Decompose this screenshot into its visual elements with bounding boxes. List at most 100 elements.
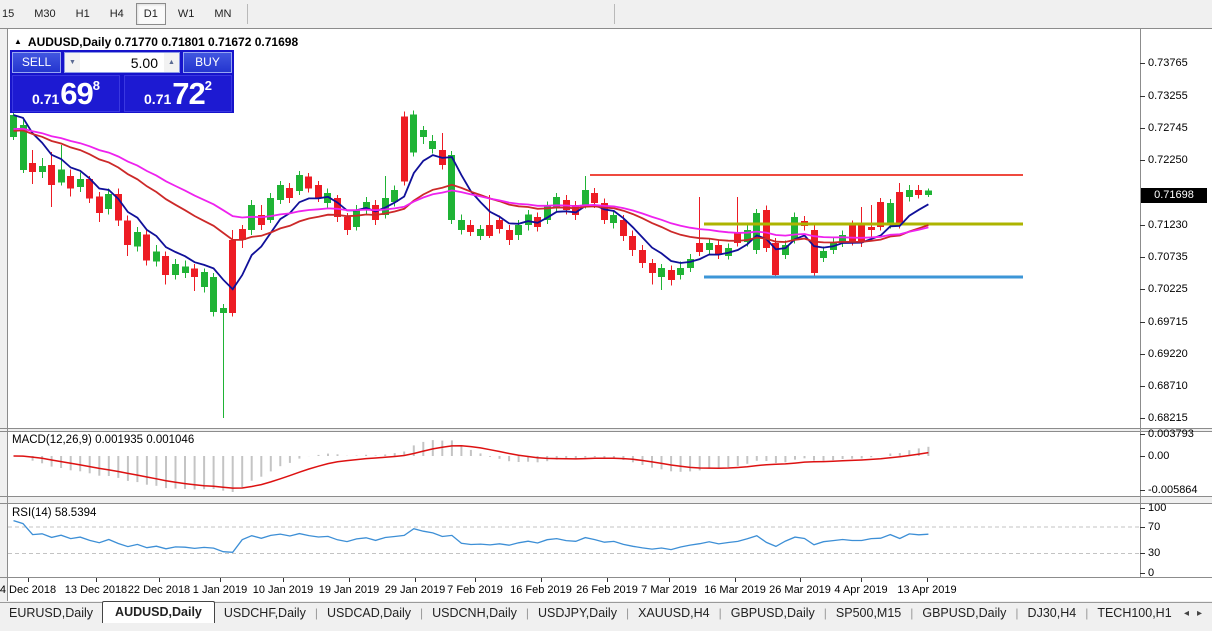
timeframe-button-m30[interactable]: M30 [26, 3, 63, 25]
toolbar-separator [614, 4, 616, 24]
price-axis-tick [1140, 63, 1145, 64]
tab-usdchf-daily[interactable]: USDCHF,Daily [215, 604, 315, 623]
rsi-axis-label: 0 [1148, 567, 1155, 579]
price-axis-label: 0.69715 [1148, 316, 1188, 328]
timeframe-button-d1[interactable]: D1 [135, 3, 166, 25]
rsi-axis-tick [1140, 573, 1145, 574]
price-axis-tick [1140, 128, 1145, 129]
rsi-axis-tick [1140, 508, 1145, 509]
tab-usdcad-daily[interactable]: USDCAD,Daily [318, 604, 420, 623]
timeframe-button-mn[interactable]: MN [206, 3, 239, 25]
timeframe-toolbar: 15 M30 H1 H4 D1 W1 MN [0, 0, 1212, 28]
date-axis-tick [800, 578, 801, 582]
date-axis-tick [415, 578, 416, 582]
date-axis-tick [861, 578, 862, 582]
main-macd-splitter[interactable] [0, 428, 1212, 429]
tab-usdcnh-daily[interactable]: USDCNH,Daily [423, 604, 526, 623]
macd-bottom-border[interactable] [0, 496, 1212, 497]
tab-dj30-h4[interactable]: DJ30,H4 [1019, 604, 1086, 623]
price-axis-tick [1140, 322, 1145, 323]
timeframe-button-w1[interactable]: W1 [170, 3, 203, 25]
collapse-triangle-icon[interactable]: ▲ [14, 37, 22, 46]
macd-axis-label: 0.003793 [1148, 428, 1194, 440]
rsi-bottom-border [0, 577, 1212, 578]
tab-tech100-h1[interactable]: TECH100,H1 [1088, 604, 1180, 623]
price-axis-label: 0.68710 [1148, 380, 1188, 392]
buy-price-point: 2 [204, 78, 212, 93]
volume-group: ▼ ▲ [64, 52, 180, 73]
volume-increase-button[interactable]: ▲ [164, 53, 179, 72]
date-axis-tick [541, 578, 542, 582]
price-axis-tick [1140, 96, 1145, 97]
price-axis-tick [1140, 354, 1145, 355]
buy-button[interactable]: BUY [183, 52, 232, 73]
rsi-axis-label: 30 [1148, 547, 1161, 559]
price-axis-tick [1140, 386, 1145, 387]
date-axis-tick [283, 578, 284, 582]
mt4-window: 15 M30 H1 H4 D1 W1 MN ▲ AUDUSD,Daily 0.71770 0.… [0, 0, 1212, 631]
tab-eurusd-daily[interactable]: EURUSD,Daily [0, 604, 102, 623]
chart-title-text: AUDUSD,Daily 0.71770 0.71801 0.71672 0.7… [27, 35, 299, 49]
tab-audusd-daily[interactable]: AUDUSD,Daily [102, 601, 215, 623]
macd-label: MACD(12,26,9) 0.001935 0.001046 [12, 434, 195, 446]
tab-gbpusd-daily[interactable]: GBPUSD,Daily [722, 604, 824, 623]
price-axis-tick [1140, 289, 1145, 290]
tab-scroll-left-icon[interactable]: ◂ [1184, 608, 1189, 619]
price-axis-label: 0.68215 [1148, 412, 1188, 424]
timeframe-button-h1[interactable]: H1 [68, 3, 98, 25]
toolbar-separator [247, 4, 249, 24]
date-axis-tick [927, 578, 928, 582]
date-axis-tick [349, 578, 350, 582]
price-axis-tick [1140, 225, 1145, 226]
rsi-axis-tick [1140, 527, 1145, 528]
macd-axis-tick [1140, 456, 1145, 457]
date-axis-tick [159, 578, 160, 582]
price-axis-label: 0.73765 [1148, 57, 1188, 69]
buy-price-display[interactable]: 0.71 72 2 [124, 75, 232, 112]
current-price-badge: 0.71698 [1141, 188, 1207, 203]
price-axis-label: 0.69220 [1148, 348, 1188, 360]
volume-decrease-button[interactable]: ▼ [65, 53, 80, 72]
tab-usdjpy-daily[interactable]: USDJPY,Daily [529, 604, 626, 623]
tab-scroll-arrows: ◂ ▸ [1184, 608, 1212, 623]
tab-gbpusd-daily[interactable]: GBPUSD,Daily [913, 604, 1015, 623]
sell-price-prefix: 0.71 [32, 91, 60, 107]
tab-sp500-m15[interactable]: SP500,M15 [827, 604, 910, 623]
macd-axis-tick [1140, 490, 1145, 491]
macd-axis-tick [1140, 434, 1145, 435]
macd-axis-label: 0.00 [1148, 450, 1170, 462]
window-left-margin [0, 29, 7, 601]
price-axis-label: 0.72745 [1148, 122, 1188, 134]
tab-xauusd-h4[interactable]: XAUUSD,H4 [629, 604, 719, 623]
buy-price-prefix: 0.71 [144, 91, 172, 107]
rsi-axis-label: 70 [1148, 521, 1161, 533]
sell-button[interactable]: SELL [12, 52, 61, 73]
one-click-trading-panel: SELL ▼ ▲ BUY 0.71 69 8 0.71 72 2 [10, 50, 234, 113]
price-axis-label: 0.70735 [1148, 251, 1188, 263]
price-axis-label: 0.71230 [1148, 219, 1188, 231]
date-axis-tick [475, 578, 476, 582]
sell-price-big-digits: 69 [60, 76, 93, 111]
timeframe-button-h4[interactable]: H4 [102, 3, 132, 25]
chart-title: ▲ AUDUSD,Daily 0.71770 0.71801 0.71672 0.… [14, 35, 298, 49]
volume-input[interactable] [80, 53, 164, 72]
rsi-canvas[interactable] [8, 504, 1140, 577]
date-axis-tick [735, 578, 736, 582]
timeframe-button-15[interactable]: 15 [0, 3, 22, 25]
date-axis-label: 13 Apr 2019 [897, 584, 957, 596]
date-axis-tick [220, 578, 221, 582]
price-axis-label: 0.70225 [1148, 283, 1188, 295]
price-axis-tick [1140, 257, 1145, 258]
rsi-axis-label: 100 [1148, 502, 1167, 514]
date-axis-tick [28, 578, 29, 582]
date-axis-tick [96, 578, 97, 582]
price-axis-border [1140, 29, 1141, 578]
price-axis-label: 0.73255 [1148, 90, 1188, 102]
date-axis-tick [607, 578, 608, 582]
macd-axis-label: -0.005864 [1148, 484, 1198, 496]
price-axis-tick [1140, 418, 1145, 419]
sell-price-display[interactable]: 0.71 69 8 [12, 75, 120, 112]
tab-scroll-right-icon[interactable]: ▸ [1197, 608, 1202, 619]
price-axis-tick [1140, 160, 1145, 161]
buy-price-big-digits: 72 [172, 76, 205, 111]
